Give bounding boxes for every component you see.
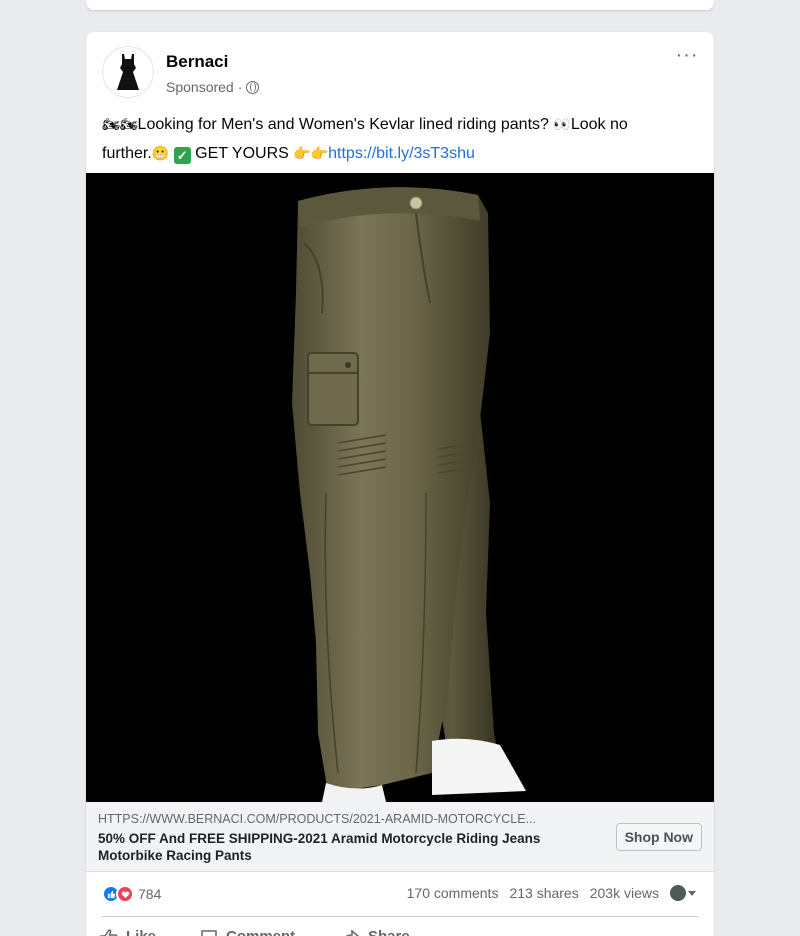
love-reaction-icon [116,885,134,903]
post-meta: Sponsored · [166,79,260,95]
comment-button[interactable]: Comment [200,928,295,936]
post-link[interactable]: https://bit.ly/3sT3shu [328,145,475,162]
shares-count[interactable]: 213 shares [509,885,578,901]
caret-down-icon [688,890,696,896]
link-preview[interactable]: HTTPS://WWW.BERNACI.COM/PRODUCTS/2021-AR… [86,802,714,872]
comment-label: Comment [226,928,295,936]
pointing-emoji-icon: 👉👉 [293,145,329,161]
more-options-icon[interactable]: ··· [672,45,702,72]
audience-selector[interactable] [670,885,696,901]
product-image[interactable] [86,173,714,802]
reaction-count: 784 [138,886,162,902]
reactions[interactable]: 784 [102,885,161,903]
link-preview-title: 50% OFF And FREE SHIPPING-2021 Aramid Mo… [98,831,541,863]
like-icon [100,928,118,936]
action-bar: Like Comment Share [86,918,714,936]
page-name[interactable]: Bernaci [166,52,228,72]
share-label: Share [368,928,410,936]
share-icon [345,928,360,936]
previous-post-card [86,0,714,10]
right-stats: 170 comments 213 shares 203k views [407,885,696,901]
like-label: Like [126,928,156,936]
audience-avatar-icon [670,885,686,901]
meta-separator: · [237,79,243,95]
views-count: 203k views [589,885,659,901]
comment-icon [201,929,217,936]
eyes-emoji-icon: 👀 [553,116,571,132]
like-button[interactable]: Like [100,928,156,936]
motorcycle-emoji-icon: 🏍🏍 [102,116,138,132]
grimace-emoji-icon: 😬 [151,145,170,161]
check-emoji-icon: ✓ [173,147,191,164]
post-text: 🏍🏍Looking for Men's and Women's Kevlar l… [102,110,702,168]
cta-text: GET YOURS [195,145,289,162]
sponsored-label[interactable]: Sponsored [166,79,234,95]
shop-now-button[interactable]: Shop Now [615,823,702,851]
divider [102,916,698,917]
post-header: Bernaci Sponsored · ··· [86,32,714,104]
share-button[interactable]: Share [342,928,410,936]
globe-icon [246,80,260,94]
page-avatar[interactable] [102,46,154,98]
dress-logo-icon [117,54,139,90]
post-text-line2: further. [102,145,152,162]
link-preview-url: HTTPS://WWW.BERNACI.COM/PRODUCTS/2021-AR… [98,812,537,826]
pants-illustration [292,187,526,802]
post-text-line1: Looking for Men's and Women's Kevlar lin… [137,116,554,133]
engagement-stats: 784 170 comments 213 shares 203k views [86,872,714,916]
comments-count[interactable]: 170 comments [407,885,499,901]
post-text-line1-end: Look no [570,116,628,133]
sponsored-post-card: Bernaci Sponsored · ··· 🏍🏍Looking for Me… [86,32,714,936]
